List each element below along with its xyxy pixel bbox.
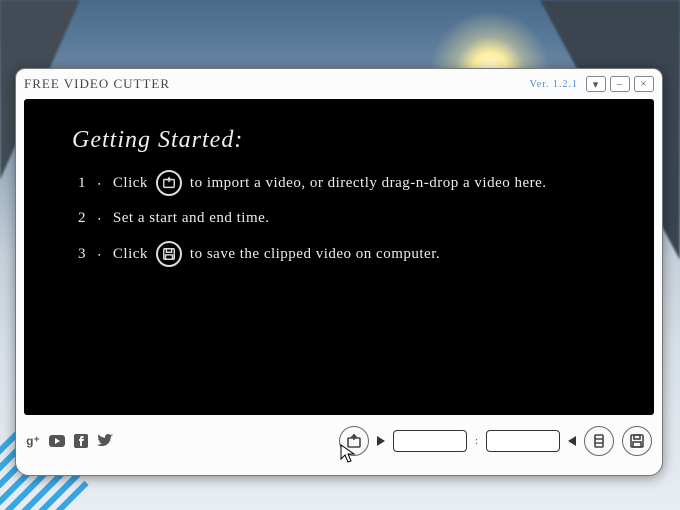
video-viewport[interactable]: Getting Started: 1 ● Click to import a v… [24, 99, 654, 415]
play-end-button[interactable] [568, 436, 576, 446]
step-2: 2 ● Set a start and end time. [72, 210, 606, 227]
step-text-pre: Click [113, 175, 148, 192]
app-window: FREE VIDEO CUTTER Ver. 1.2.1 ▾ – × Getti… [15, 68, 663, 476]
close-button[interactable]: × [634, 76, 654, 92]
cut-button[interactable] [584, 426, 614, 456]
step-text-post: to save the clipped video on computer. [190, 246, 440, 263]
version-label: Ver. 1.2.1 [530, 79, 578, 90]
getting-started-steps: 1 ● Click to import a video, or directly… [72, 170, 606, 267]
titlebar: FREE VIDEO CUTTER Ver. 1.2.1 ▾ – × [16, 69, 662, 99]
step-3: 3 ● Click to save the clipped video on c… [72, 241, 606, 267]
save-button[interactable] [622, 426, 652, 456]
toolbar: g⁺ : [16, 415, 662, 467]
dropdown-button[interactable]: ▾ [586, 76, 606, 92]
step-text-pre: Click [113, 246, 148, 263]
minimize-button[interactable]: – [610, 76, 630, 92]
step-1: 1 ● Click to import a video, or directly… [72, 170, 606, 196]
app-title: FREE VIDEO CUTTER [24, 76, 530, 92]
getting-started-heading: Getting Started: [72, 127, 606, 154]
social-links: g⁺ [24, 432, 114, 450]
step-text-pre: Set a start and end time. [113, 210, 270, 227]
time-separator: : [475, 435, 478, 447]
google-plus-icon[interactable]: g⁺ [24, 432, 42, 450]
step-text-post: to import a video, or directly drag-n-dr… [190, 175, 547, 192]
step-number: 1 [72, 175, 86, 192]
save-icon [156, 241, 182, 267]
import-button[interactable] [339, 426, 369, 456]
end-time-input[interactable] [486, 430, 560, 452]
youtube-icon[interactable] [48, 432, 66, 450]
step-number: 3 [72, 246, 86, 263]
play-start-button[interactable] [377, 436, 385, 446]
step-number: 2 [72, 210, 86, 227]
facebook-icon[interactable] [72, 432, 90, 450]
twitter-icon[interactable] [96, 432, 114, 450]
start-time-input[interactable] [393, 430, 467, 452]
import-icon [156, 170, 182, 196]
